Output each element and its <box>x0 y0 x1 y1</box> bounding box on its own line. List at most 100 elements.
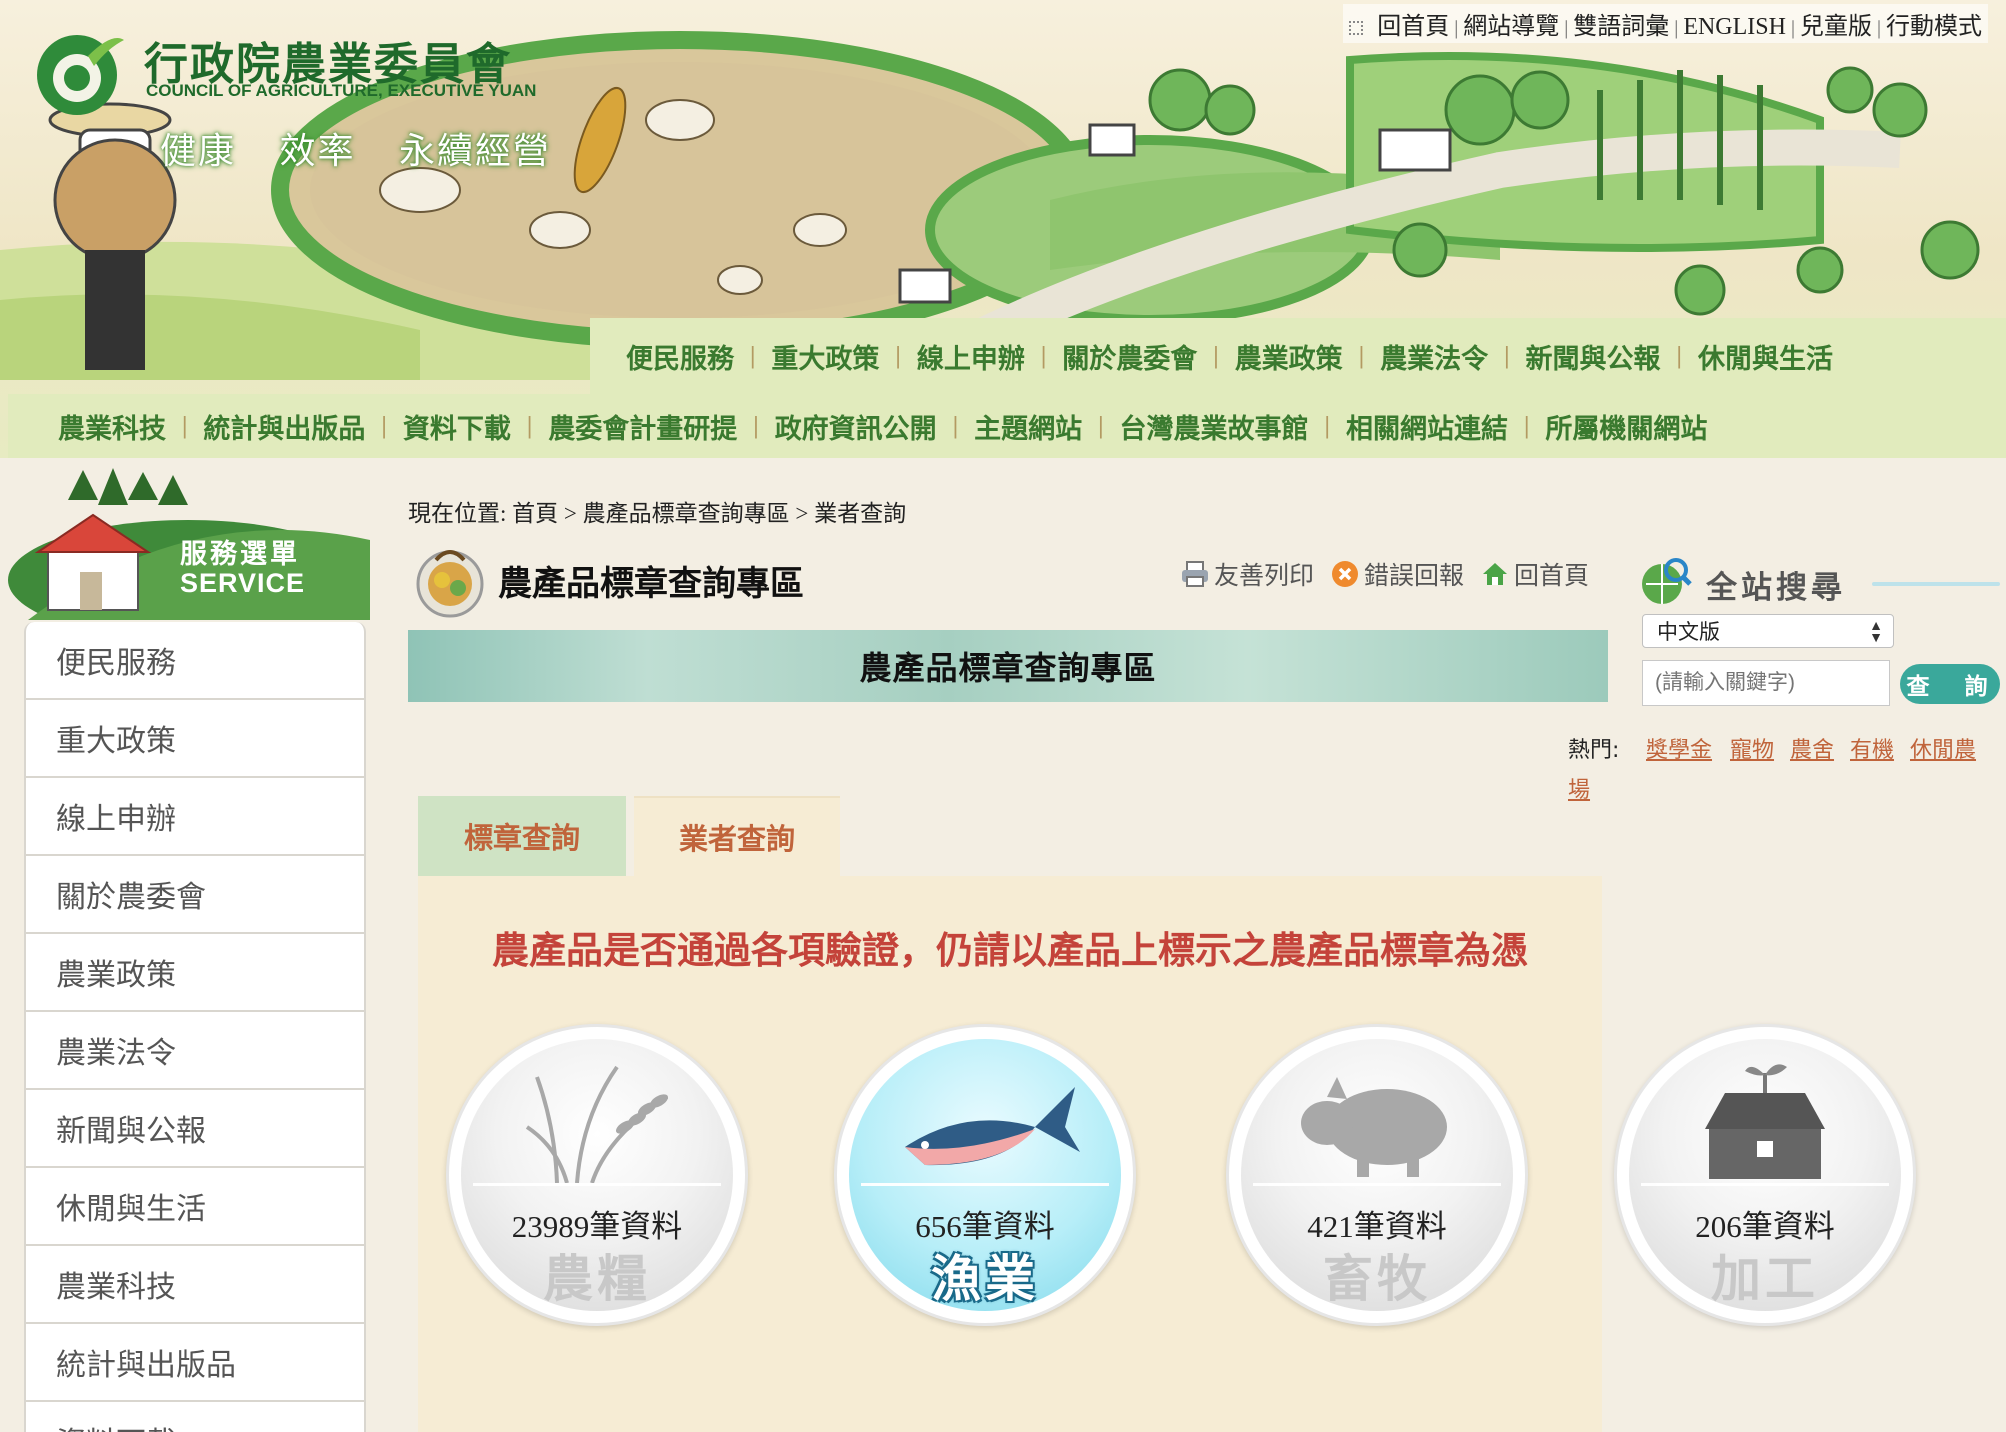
nav-item[interactable]: 新聞與公報 <box>1526 337 1661 376</box>
side-menu-item[interactable]: 農業政策 <box>26 934 364 1012</box>
tab-bar: 標章查詢 業者查詢 <box>418 796 848 876</box>
side-menu-item[interactable]: 線上申辦 <box>26 778 364 856</box>
nav-item[interactable]: 台灣農業故事館 <box>1120 407 1309 446</box>
category-disc: 206筆資料 加工 <box>1629 1039 1901 1311</box>
util-link-home[interactable]: 回首頁 <box>1377 14 1449 40</box>
side-menu-item[interactable]: 農業科技 <box>26 1246 364 1324</box>
nav-item[interactable]: 主題網站 <box>974 407 1082 446</box>
hot-keyword-link[interactable]: 寵物 <box>1730 732 1774 764</box>
separator: | <box>1454 17 1459 39</box>
printer-icon <box>1182 561 1208 587</box>
language-select-value: 中文版 <box>1657 621 1720 644</box>
report-error-label: 錯誤回報 <box>1364 561 1465 590</box>
separator: | <box>1790 17 1795 39</box>
nav-item[interactable]: 休閒與生活 <box>1698 337 1833 376</box>
globe-search-icon <box>1642 558 1692 604</box>
updown-arrow-icon: ▲ ▼ <box>1869 617 1883 645</box>
home-icon <box>1483 563 1508 585</box>
search-title: 全站搜尋 <box>1706 570 1846 606</box>
print-button[interactable]: 友善列印 <box>1180 556 1314 592</box>
report-error-button[interactable]: 錯誤回報 <box>1330 556 1464 592</box>
search-input[interactable] <box>1642 660 1890 706</box>
util-link-glossary[interactable]: 雙語詞彙 <box>1573 14 1669 40</box>
separator: | <box>525 413 534 439</box>
slogan-item: 效率 <box>279 131 356 172</box>
category-processing[interactable]: 206筆資料 加工 <box>1614 1024 1916 1326</box>
service-title-zh: 服務選單 <box>180 539 300 570</box>
nav-item[interactable]: 線上申辦 <box>917 337 1025 376</box>
separator: | <box>1357 343 1366 369</box>
nav-item[interactable]: 資料下載 <box>403 407 511 446</box>
category-disc: 23989筆資料 農糧 <box>461 1039 733 1311</box>
category-disc: 421筆資料 畜牧 <box>1241 1039 1513 1311</box>
search-button[interactable]: 查 詢 <box>1900 664 2000 704</box>
separator: | <box>1212 343 1220 369</box>
separator: | <box>1564 17 1569 39</box>
produce-basket-icon <box>416 550 484 618</box>
nav-item[interactable]: 便民服務 <box>626 337 734 376</box>
nav-item[interactable]: 農業政策 <box>1235 337 1343 376</box>
home-button[interactable]: 回首頁 <box>1480 556 1589 592</box>
nav-item[interactable]: 統計與出版品 <box>203 407 365 446</box>
sidebar: 服務選單 SERVICE 便民服務 重大政策 線上申辦 關於農委會 農業政策 農… <box>8 460 370 1432</box>
tab-label-search[interactable]: 標章查詢 <box>418 796 626 876</box>
hot-keyword-link[interactable]: 農舍 <box>1790 732 1834 764</box>
slogan-item: 健康 <box>160 131 237 172</box>
site-header: 行政院農業委員會 COUNCIL OF AGRICULTURE, EXECUTI… <box>0 0 2006 458</box>
side-menu-item[interactable]: 農業法令 <box>26 1012 364 1090</box>
category-name: 漁業 <box>931 1250 1039 1308</box>
hot-keyword-link[interactable]: 場 <box>1568 772 1590 804</box>
side-menu-item[interactable]: 統計與出版品 <box>26 1324 364 1402</box>
home-label: 回首頁 <box>1514 561 1590 590</box>
separator: | <box>1876 17 1881 39</box>
nav-item[interactable]: 關於農委會 <box>1062 337 1197 376</box>
side-menu-item[interactable]: 便民服務 <box>26 622 364 700</box>
divider <box>1641 1183 1889 1186</box>
divider <box>1253 1183 1501 1186</box>
service-menu-banner: 服務選單 SERVICE <box>8 460 370 640</box>
tab-vendor-search[interactable]: 業者查詢 <box>634 796 840 876</box>
hot-keyword-link[interactable]: 休閒農 <box>1910 732 1976 764</box>
vendor-search-panel: 農產品是否通過各項驗證，仍請以產品上標示之農產品標章為憑 23989筆資料 農糧 <box>418 876 1916 1432</box>
category-name: 加工 <box>1711 1250 1819 1308</box>
nav-item[interactable]: 所屬機關網站 <box>1545 407 1707 446</box>
breadcrumb-separator: > <box>795 501 809 526</box>
page-tools: 友善列印 錯誤回報 回首頁 <box>1180 556 1605 592</box>
util-link-sitemap[interactable]: 網站導覽 <box>1463 14 1559 40</box>
nav-item[interactable]: 農業法令 <box>1380 337 1488 376</box>
hot-keyword-link[interactable]: 有機 <box>1850 732 1894 764</box>
main-nav-secondary: 農業科技 | 統計與出版品 | 資料下載 | 農委會計畫研提 | 政府資訊公開 | 主題網… <box>8 394 2006 458</box>
nav-item[interactable]: 農委會計畫研提 <box>548 407 737 446</box>
print-label: 友善列印 <box>1214 561 1315 590</box>
breadcrumb-current: 業者查詢 <box>814 501 907 526</box>
breadcrumb-link[interactable]: 首頁 <box>512 501 558 526</box>
separator: | <box>380 413 388 439</box>
side-menu-item[interactable]: 休閒與生活 <box>26 1168 364 1246</box>
site-search-panel: 全站搜尋 中文版 ▲▼ 查 詢 熱門: 獎學金 寵物 農舍 有機 休閒農 場 <box>1568 552 2006 812</box>
util-link-english[interactable]: ENGLISH <box>1683 14 1786 40</box>
notice-text: 農產品是否通過各項驗證，仍請以產品上標示之農產品標章為憑 <box>492 928 1528 972</box>
util-link-kids[interactable]: 兒童版 <box>1800 14 1872 40</box>
separator: | <box>1522 413 1531 439</box>
language-select[interactable]: 中文版 ▲ ▼ <box>1642 614 1894 648</box>
nav-item[interactable]: 重大政策 <box>771 337 879 376</box>
breadcrumb-link[interactable]: 農產品標章查詢專區 <box>583 501 790 526</box>
divider <box>473 1183 721 1186</box>
separator: | <box>749 343 757 369</box>
hot-keyword-link[interactable]: 獎學金 <box>1646 732 1712 764</box>
category-fishery[interactable]: 656筆資料 漁業 <box>834 1024 1136 1326</box>
side-menu-item[interactable]: 新聞與公報 <box>26 1090 364 1168</box>
section-title-bar: 農產品標章查詢專區 <box>408 630 1608 702</box>
category-agriculture[interactable]: 23989筆資料 農糧 <box>446 1024 748 1326</box>
nav-item[interactable]: 政府資訊公開 <box>775 407 937 446</box>
category-livestock[interactable]: 421筆資料 畜牧 <box>1226 1024 1528 1326</box>
nav-item[interactable]: 農業科技 <box>58 407 166 446</box>
nav-item[interactable]: 相關網站連結 <box>1346 407 1508 446</box>
fish-icon <box>905 1087 1080 1166</box>
side-menu-item[interactable]: 重大政策 <box>26 700 364 778</box>
side-menu-item[interactable]: 資料下載 <box>26 1402 364 1432</box>
service-title-en: SERVICE <box>180 568 306 598</box>
separator: | <box>951 413 960 439</box>
side-menu-item[interactable]: 關於農委會 <box>26 856 364 934</box>
util-link-mobile[interactable]: 行動模式 <box>1886 14 1982 40</box>
